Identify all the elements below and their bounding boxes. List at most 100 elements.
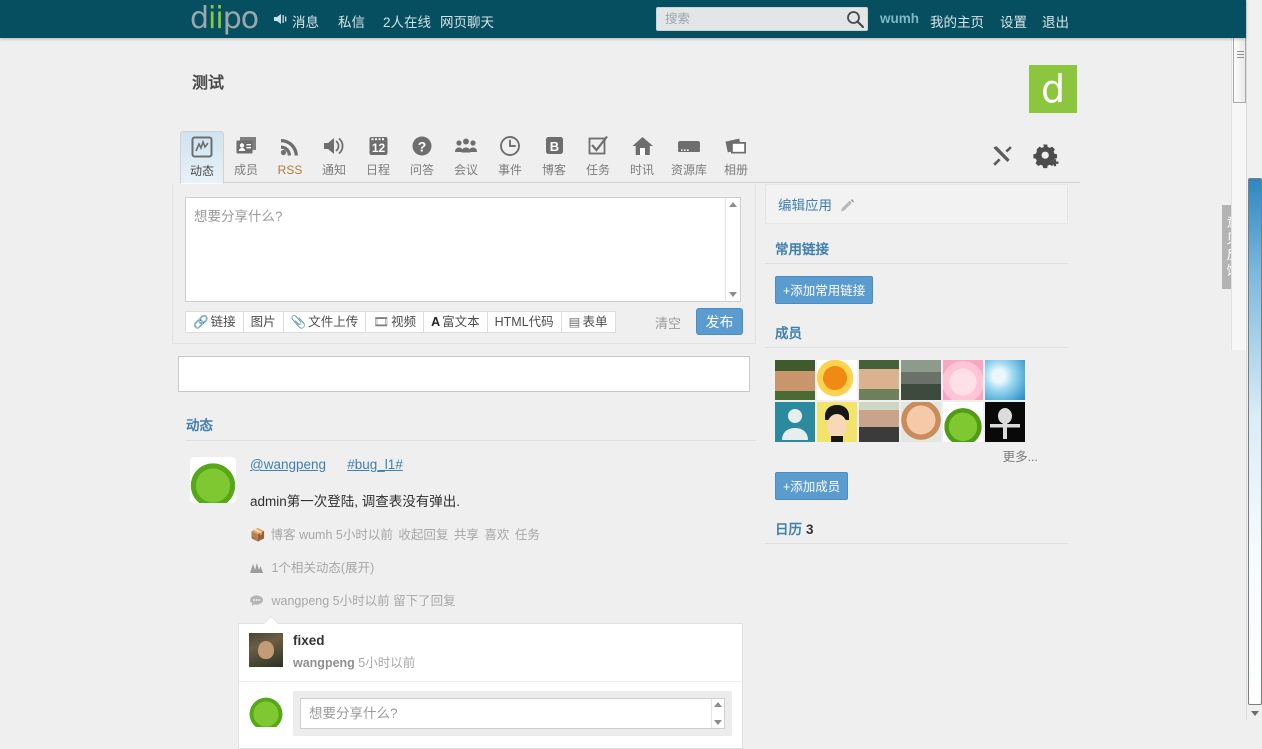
comment-author-avatar[interactable] <box>249 633 283 667</box>
diipo-logo[interactable]: diipo <box>190 2 259 36</box>
tab-blog[interactable]: B 博客 <box>532 131 576 183</box>
edit-app-label[interactable]: 编辑应用 <box>778 198 832 213</box>
tab-meeting[interactable]: 会议 <box>444 131 488 183</box>
svg-text:12: 12 <box>371 141 385 155</box>
comment-reply-wrapper[interactable] <box>300 698 725 729</box>
window-scrollbar-thumb[interactable] <box>1248 178 1262 705</box>
tab-members[interactable]: 成员 <box>224 131 268 183</box>
gear-plus-icon[interactable] <box>1033 143 1059 172</box>
post-author-link[interactable]: @wangpeng <box>250 457 326 472</box>
post-author-avatar[interactable] <box>190 457 236 503</box>
publish-button[interactable]: 发布 <box>696 308 743 335</box>
insert-image-button[interactable]: 图片 <box>243 311 284 333</box>
rich-text-button[interactable]: A 富文本 <box>424 311 488 333</box>
post-source[interactable]: 博客 <box>271 528 296 542</box>
scroll-up-arrow-icon[interactable] <box>714 702 722 707</box>
edit-app-panel[interactable]: 编辑应用 <box>765 184 1068 224</box>
tab-rss[interactable]: RSS <box>268 131 312 183</box>
current-user-avatar <box>249 693 283 727</box>
topnav-settings[interactable]: 设置 <box>1000 11 1027 31</box>
search-box[interactable] <box>656 7 868 31</box>
compose-textarea[interactable] <box>186 198 726 301</box>
tab-resources[interactable]: 资源库 <box>664 131 714 183</box>
calendar-section-title: 日历 3 <box>765 518 1068 544</box>
member-avatar[interactable] <box>943 402 983 442</box>
member-avatar[interactable] <box>859 402 899 442</box>
right-sidebar: 编辑应用 常用链接 +添加常用链接 成员 更多... +添加成员 日历 3 <box>765 184 1075 544</box>
topnav-private-message[interactable]: 私信 <box>338 11 365 31</box>
member-avatar[interactable] <box>901 402 941 442</box>
member-avatar[interactable] <box>901 360 941 400</box>
action-share[interactable]: 共享 <box>454 528 479 542</box>
member-avatar[interactable] <box>775 402 815 442</box>
post-actor[interactable]: wumh <box>299 528 332 542</box>
compose-textarea-wrapper[interactable] <box>185 197 741 302</box>
topnav-messages[interactable]: 消息 <box>292 11 319 31</box>
scroll-down-arrow-icon[interactable] <box>729 292 737 297</box>
tab-news[interactable]: 时讯 <box>620 131 664 183</box>
inner-page-scrollbar[interactable] <box>1231 0 1246 350</box>
tab-qa[interactable]: ? 问答 <box>400 131 444 183</box>
comment-reply-input[interactable] <box>301 699 701 728</box>
comment-reply-scrollbar[interactable] <box>711 699 724 728</box>
member-avatar[interactable] <box>775 360 815 400</box>
tab-label: 时讯 <box>629 163 654 177</box>
topnav-web-chat[interactable]: 网页聊天 <box>440 11 494 31</box>
tab-feed[interactable]: 动态 <box>180 131 224 184</box>
action-task[interactable]: 任务 <box>515 528 540 542</box>
scroll-down-arrow-icon[interactable] <box>714 720 722 725</box>
action-like[interactable]: 喜欢 <box>484 528 509 542</box>
topnav-online-count[interactable]: 2人在线 <box>383 11 431 31</box>
tab-label: 会议 <box>453 163 478 177</box>
scroll-down-arrow-icon[interactable] <box>1251 711 1259 716</box>
b-box-icon: B <box>532 135 576 163</box>
tab-label: 资源库 <box>670 163 707 177</box>
page-title: 测试 <box>192 75 225 92</box>
speaker-icon <box>274 14 287 24</box>
member-avatar[interactable] <box>859 360 899 400</box>
member-avatar[interactable] <box>985 402 1025 442</box>
topnav-my-homepage[interactable]: 我的主页 <box>930 11 984 31</box>
member-avatar[interactable] <box>817 402 857 442</box>
search-icon[interactable] <box>845 9 865 29</box>
post-related-line[interactable]: 1个相关动态(展开) <box>250 557 757 576</box>
tab-schedule[interactable]: 12 日程 <box>356 131 400 183</box>
post-tag-link[interactable]: #bug_l1# <box>347 457 403 472</box>
add-common-link-button[interactable]: +添加常用链接 <box>775 276 874 304</box>
comment-author[interactable]: wangpeng <box>293 656 355 670</box>
top-navigation-bar: diipo 消息 私信 2人在线 网页聊天 wumh 我的主页 设置 退出 <box>0 0 1246 38</box>
file-upload-button[interactable]: 📎 文件上传 <box>283 311 367 333</box>
action-collapse-replies[interactable]: 收起回复 <box>398 528 448 542</box>
activity-chart-icon <box>181 136 223 164</box>
comment-card: fixed wangpeng 5小时以前 <box>238 616 743 749</box>
member-avatar[interactable] <box>985 360 1025 400</box>
related-text[interactable]: 1个相关动态(展开) <box>271 561 374 575</box>
wrench-screwdriver-icon[interactable] <box>990 144 1014 171</box>
search-input[interactable] <box>663 8 838 30</box>
member-avatar[interactable] <box>943 360 983 400</box>
window-scrollbar[interactable] <box>1246 0 1262 720</box>
members-more-link[interactable]: 更多... <box>775 446 1038 465</box>
insert-video-button[interactable]: 🎞 视频 <box>366 311 425 333</box>
post-time: 5小时以前 <box>335 528 393 542</box>
insert-link-button[interactable]: 🔗 链接 <box>185 311 244 333</box>
button-label: HTML代码 <box>494 315 554 329</box>
insert-form-button[interactable]: ▤ 表单 <box>561 311 616 333</box>
tab-notice[interactable]: 通知 <box>312 131 356 183</box>
scroll-up-arrow-icon[interactable] <box>729 202 737 207</box>
tab-events[interactable]: 事件 <box>488 131 532 183</box>
tab-album[interactable]: 相册 <box>714 131 758 183</box>
tab-label: 任务 <box>585 163 610 177</box>
add-member-button[interactable]: +添加成员 <box>775 472 849 500</box>
pencil-icon[interactable] <box>840 198 855 213</box>
letter-a-icon: A <box>431 315 441 329</box>
tab-label: 通知 <box>321 163 346 177</box>
member-avatar[interactable] <box>817 360 857 400</box>
html-code-button[interactable]: HTML代码 <box>487 311 562 333</box>
current-user-link[interactable]: wumh <box>880 11 919 26</box>
tab-tasks[interactable]: 任务 <box>576 131 620 183</box>
clear-button[interactable]: 清空 <box>655 313 681 332</box>
compose-scrollbar[interactable] <box>725 198 740 301</box>
box-icon: 📦 <box>250 528 266 542</box>
topnav-logout[interactable]: 退出 <box>1042 11 1069 31</box>
